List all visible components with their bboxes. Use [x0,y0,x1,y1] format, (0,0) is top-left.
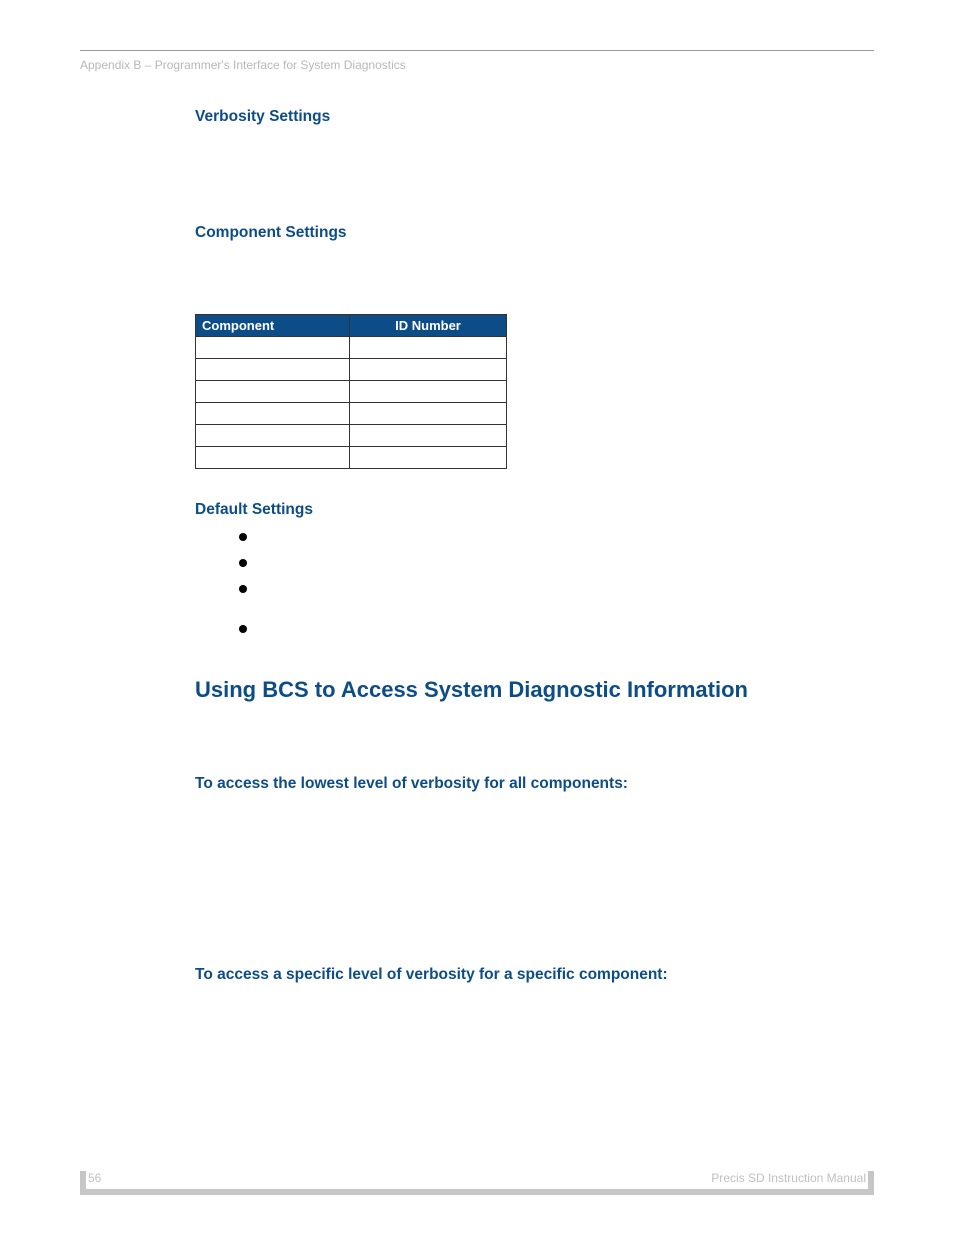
spacer [195,715,874,775]
table-row [196,447,507,469]
heading-verbosity-settings: Verbosity Settings [195,108,874,126]
cell-id [350,425,507,447]
component-id-table: Component ID Number [195,314,507,469]
footer-bar [80,1189,874,1195]
heading-component-settings: Component Settings [195,224,874,242]
list-item [239,527,874,553]
cell-id [350,447,507,469]
table-row [196,359,507,381]
cell-id [350,381,507,403]
table-header-id-number: ID Number [350,315,507,337]
list-item [239,553,874,579]
cell-component [196,447,350,469]
heading-access-lowest-verbosity: To access the lowest level of verbosity … [195,775,874,793]
cell-id [350,403,507,425]
table-row [196,337,507,359]
cell-component [196,403,350,425]
spacer [195,801,874,966]
cell-component [196,381,350,403]
spacer [195,645,874,677]
spacer [195,134,874,224]
cell-component [196,337,350,359]
table-header-row: Component ID Number [196,315,507,337]
cell-component [196,359,350,381]
header-rule [80,50,874,51]
page-footer: 56 Precis SD Instruction Manual [80,1167,874,1195]
list-item [239,579,874,605]
footer-tab-left [80,1171,86,1189]
page-number: 56 [88,1171,101,1185]
table-row [196,403,507,425]
heading-default-settings: Default Settings [195,501,874,519]
table-row [196,381,507,403]
footer-tab-right [868,1171,874,1189]
content-area: Verbosity Settings Component Settings Co… [195,108,874,992]
spacer [195,250,874,310]
page: Appendix B – Programmer's Interface for … [0,0,954,1235]
default-settings-list [195,527,874,645]
cell-id [350,337,507,359]
running-header: Appendix B – Programmer's Interface for … [80,58,406,72]
cell-id [350,359,507,381]
manual-title: Precis SD Instruction Manual [711,1171,866,1185]
cell-component [196,425,350,447]
spacer [195,469,874,501]
table-row [196,425,507,447]
heading-access-specific-verbosity: To access a specific level of verbosity … [195,966,874,984]
heading-using-bcs: Using BCS to Access System Diagnostic In… [195,677,874,703]
table-header-component: Component [196,315,350,337]
list-item [239,619,874,645]
